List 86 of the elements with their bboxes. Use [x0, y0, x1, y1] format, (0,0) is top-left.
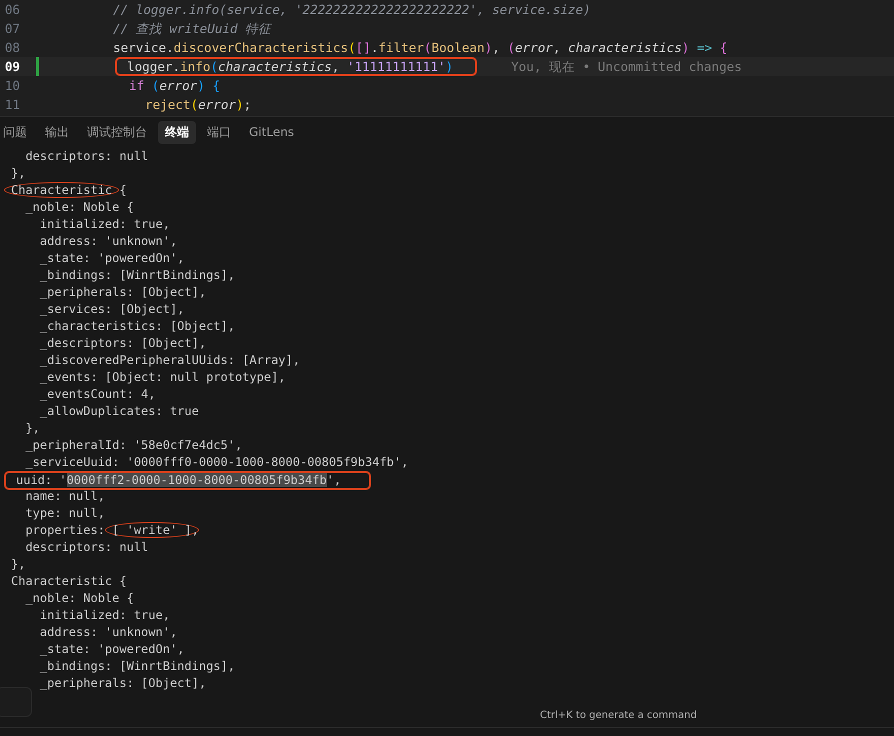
terminal-text: Characteristic { — [11, 574, 127, 588]
terminal-text: { — [118, 183, 127, 197]
terminal-text: _serviceUuid: '0000fff0-0000-1000-8000-00805f9b34fb', — [24, 455, 408, 469]
code-token: . — [370, 39, 378, 57]
terminal-text: ', — [326, 473, 342, 487]
code-token: // 查找 writeUuid 特征 — [113, 20, 272, 38]
code-token: '11111111111' — [346, 59, 446, 74]
terminal-text: initialized: true, — [38, 608, 170, 622]
code-token: Boolean — [432, 39, 485, 57]
code-token: ( — [152, 77, 160, 95]
code-token: ) — [682, 39, 690, 57]
terminal-text: _eventsCount: 4, — [38, 387, 156, 401]
code-token: error — [159, 77, 198, 95]
code-token: ( — [424, 39, 432, 57]
terminal-text: }, — [11, 166, 26, 180]
code-token: ( — [348, 39, 356, 57]
terminal-text: _characteristics: [Object], — [38, 319, 235, 333]
code-token: ) — [197, 77, 205, 95]
terminal-text: _peripheralId: '58e0cf7e4dc5', — [24, 438, 242, 452]
terminal-text: address: 'unknown', — [38, 625, 178, 639]
terminal-text: _discoveredPeripheralUUids: [Array], — [38, 353, 300, 367]
terminal-text: _bindings: [WinrtBindings], — [38, 268, 235, 282]
code-token: characteristics — [218, 59, 332, 74]
terminal-text: properties: — [24, 523, 106, 537]
code-token: service. — [113, 39, 174, 57]
code-token: ) — [236, 96, 244, 114]
terminal-text: }, — [24, 421, 40, 435]
panel-tab[interactable]: GitLens — [242, 122, 302, 142]
code-token: // logger.info(service, '2222222222222222222222', service.size) — [113, 1, 591, 19]
terminal-text: _bindings: [WinrtBindings], — [38, 659, 235, 673]
line-number: 10 — [4, 77, 20, 95]
panel-tab[interactable]: 问题 — [0, 120, 34, 144]
terminal-text: uuid: ' — [16, 473, 67, 487]
terminal-text: _events: [Object: null prototype], — [38, 370, 286, 384]
terminal-text: type: null, — [24, 506, 105, 520]
line-number: 06 — [4, 1, 20, 19]
terminal-text: initialized: true, — [38, 217, 170, 231]
terminal-text: _noble: Noble { — [24, 200, 134, 214]
terminal-text: _state: 'poweredOn', — [38, 251, 184, 265]
code-token: , — [332, 59, 340, 74]
terminal-text: descriptors: null — [24, 149, 148, 163]
code-token: { — [211, 77, 220, 95]
code-token: , — [552, 39, 562, 57]
panel-tab[interactable]: 调试控制台 — [80, 120, 154, 144]
code-token: reject — [145, 96, 190, 114]
terminal-text: _state: 'poweredOn', — [38, 642, 184, 656]
terminal-text: _noble: Noble { — [24, 591, 134, 605]
code-token: ) — [446, 59, 454, 74]
code-token: ( — [507, 39, 515, 57]
code-token: , — [492, 39, 501, 57]
hint-text: Ctrl+K to generate a command — [540, 710, 697, 721]
terminal-text: _peripherals: [Object], — [38, 285, 206, 299]
code-token: logger. — [127, 59, 180, 74]
code-token: => — [696, 39, 714, 57]
terminal-text: _allowDuplicates: true — [38, 404, 199, 418]
code-token: filter — [378, 39, 424, 57]
terminal-text: name: null, — [24, 489, 105, 503]
code-token: ( — [210, 59, 218, 74]
terminal-text: }, — [11, 557, 26, 571]
line-number: 09 — [4, 58, 20, 76]
panel-tab[interactable]: 输出 — [38, 120, 76, 144]
code-token: ; — [244, 96, 252, 114]
annotation-ellipse: Characteristic — [4, 182, 120, 198]
code-token: info — [180, 59, 210, 74]
code-token: error — [198, 96, 236, 114]
terminal-text: _descriptors: [Object], — [38, 336, 206, 350]
code-token: error — [514, 39, 553, 57]
selected-text: 0000fff2-0000-1000-8000-00805f9b34fb — [66, 473, 327, 487]
terminal-text: _peripherals: [Object], — [38, 676, 206, 690]
terminal-text: , — [192, 523, 199, 537]
blame-annotation: You, 现在 • Uncommitted changes — [511, 58, 742, 76]
panel-tab[interactable]: 终端 — [158, 120, 196, 144]
line-number: 07 — [4, 20, 20, 38]
line-number: 08 — [4, 39, 20, 57]
code-token: { — [720, 39, 728, 57]
code-token: ) — [484, 39, 492, 57]
code-token: if — [129, 77, 146, 95]
code-token: discoverCharacteristics — [174, 39, 348, 57]
terminal-text: descriptors: null — [24, 540, 148, 554]
code-token: ( — [190, 96, 198, 114]
terminal-text: _services: [Object], — [38, 302, 184, 316]
terminal-text: address: 'unknown', — [38, 234, 178, 248]
code-token: [] — [356, 39, 371, 57]
line-number: 11 — [4, 96, 20, 114]
panel-tab[interactable]: 端口 — [200, 120, 238, 144]
code-token: characteristics — [568, 39, 682, 57]
